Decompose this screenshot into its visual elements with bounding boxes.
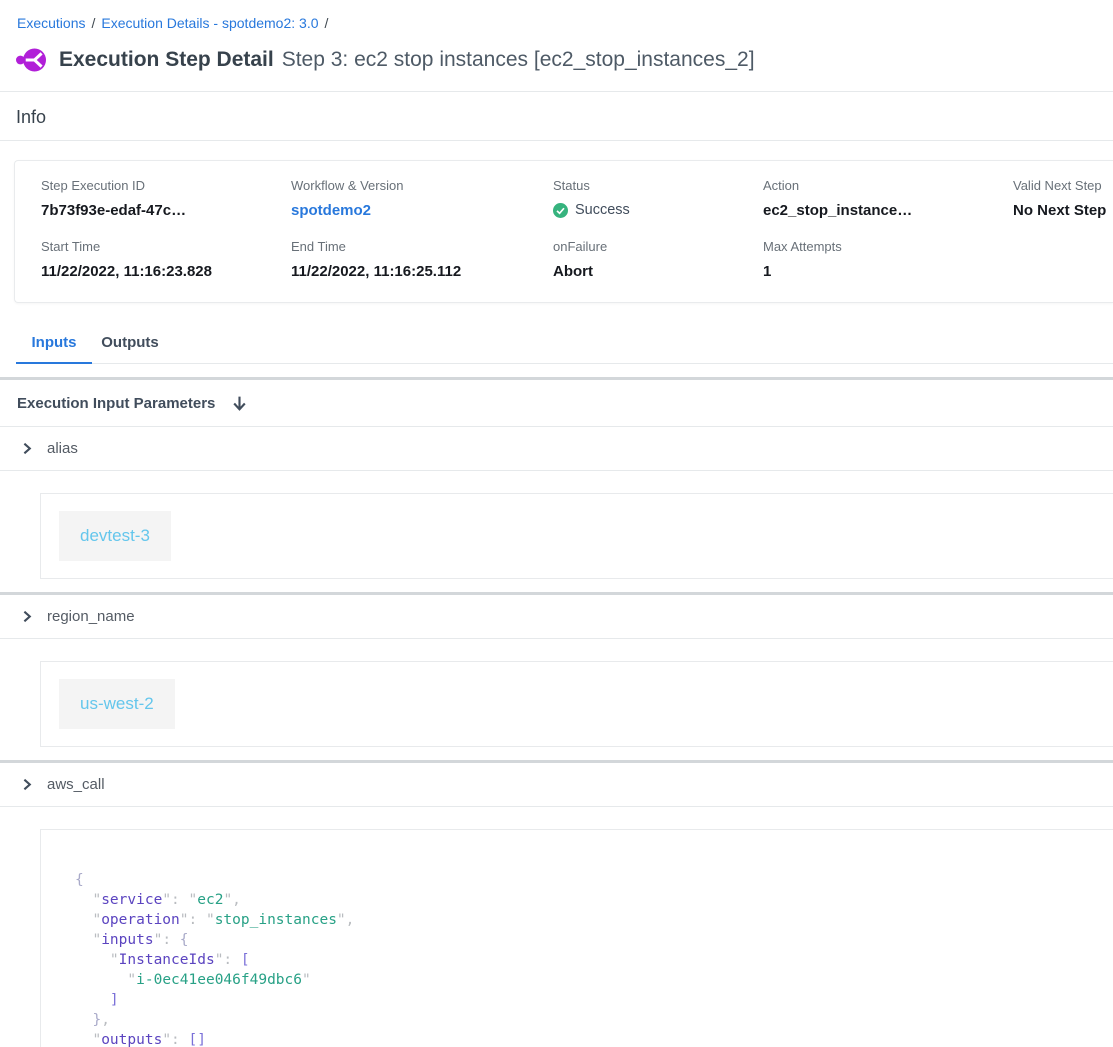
field-label: Valid Next Step <box>1013 178 1113 193</box>
workflow-link[interactable]: spotdemo2 <box>291 202 371 219</box>
page-header: Execution Step Detail Step 3: ec2 stop i… <box>16 45 1113 75</box>
aws-call-code-panel: { "service": "ec2", "operation": "stop_i… <box>40 829 1113 1047</box>
field-label: Max Attempts <box>763 239 1013 254</box>
execution-input-parameters-title: Execution Input Parameters <box>17 395 215 412</box>
alias-value-badge: devtest-3 <box>59 511 171 561</box>
section-header-aws-call[interactable]: aws_call <box>0 763 1113 806</box>
field-label: Status <box>553 178 763 193</box>
breadcrumb-link-execution-details[interactable]: Execution Details - spotdemo2: 3.0 <box>101 15 318 31</box>
field-start-time: Start Time 11/22/2022, 11:16:23.828 <box>41 239 291 280</box>
field-value: 11/22/2022, 11:16:25.112 <box>291 263 553 280</box>
spacer <box>0 364 1113 377</box>
field-value: ec2_stop_instance… <box>763 202 1013 219</box>
breadcrumb-separator: / <box>91 15 95 31</box>
tab-outputs[interactable]: Outputs <box>92 328 168 363</box>
breadcrumb-separator: / <box>325 15 329 31</box>
field-label: End Time <box>291 239 553 254</box>
field-label: onFailure <box>553 239 763 254</box>
tab-inputs[interactable]: Inputs <box>16 328 92 364</box>
divider <box>0 806 1113 807</box>
field-end-time: End Time 11/22/2022, 11:16:25.112 <box>291 239 553 280</box>
section-label: alias <box>47 440 78 457</box>
divider <box>0 140 1113 141</box>
field-max-attempts: Max Attempts 1 <box>763 239 1013 280</box>
section-header-region-name[interactable]: region_name <box>0 595 1113 638</box>
field-value: Abort <box>553 263 763 280</box>
chevron-right-icon[interactable] <box>20 441 34 456</box>
region-name-value-panel: us-west-2 <box>40 661 1113 747</box>
field-valid-next-step: Valid Next Step No Next Step <box>1013 178 1113 219</box>
region-name-value-badge: us-west-2 <box>59 679 175 729</box>
info-card: Step Execution ID 7b73f93e-edaf-47c… Wor… <box>14 160 1113 303</box>
info-heading: Info <box>0 92 1113 140</box>
chevron-right-icon[interactable] <box>20 777 34 792</box>
divider <box>0 638 1113 639</box>
field-step-execution-id: Step Execution ID 7b73f93e-edaf-47c… <box>41 178 291 219</box>
workflow-branch-icon <box>16 45 46 75</box>
status-text: Success <box>575 202 630 218</box>
field-label: Start Time <box>41 239 291 254</box>
page-subtitle: Step 3: ec2 stop instances [ec2_stop_ins… <box>282 48 755 72</box>
divider <box>0 470 1113 471</box>
field-label: Workflow & Version <box>291 178 553 193</box>
field-workflow-version: Workflow & Version spotdemo2 <box>291 178 553 219</box>
field-on-failure: onFailure Abort <box>553 239 763 280</box>
download-arrow-icon[interactable] <box>231 395 248 412</box>
breadcrumb-link-executions[interactable]: Executions <box>17 15 85 31</box>
page-title: Execution Step Detail <box>59 48 274 72</box>
section-header-alias[interactable]: alias <box>0 427 1113 470</box>
field-value: 7b73f93e-edaf-47c… <box>41 202 291 219</box>
aws-call-code: { "service": "ec2", "operation": "stop_i… <box>75 870 1113 1047</box>
field-label: Step Execution ID <box>41 178 291 193</box>
execution-input-parameters-header: Execution Input Parameters <box>0 380 1113 426</box>
field-label: Action <box>763 178 1013 193</box>
field-value: 11/22/2022, 11:16:23.828 <box>41 263 291 280</box>
section-label: region_name <box>47 608 135 625</box>
field-value: 1 <box>763 263 1013 280</box>
field-action: Action ec2_stop_instance… <box>763 178 1013 219</box>
success-check-icon <box>553 203 568 218</box>
field-value: No Next Step <box>1013 202 1113 219</box>
status-badge: Success <box>553 202 763 218</box>
breadcrumb: Executions / Execution Details - spotdemo2… <box>0 0 1113 31</box>
alias-value-panel: devtest-3 <box>40 493 1113 579</box>
chevron-right-icon[interactable] <box>20 609 34 624</box>
field-status: Status Success <box>553 178 763 219</box>
section-label: aws_call <box>47 776 105 793</box>
tab-bar: Inputs Outputs <box>16 328 1113 364</box>
